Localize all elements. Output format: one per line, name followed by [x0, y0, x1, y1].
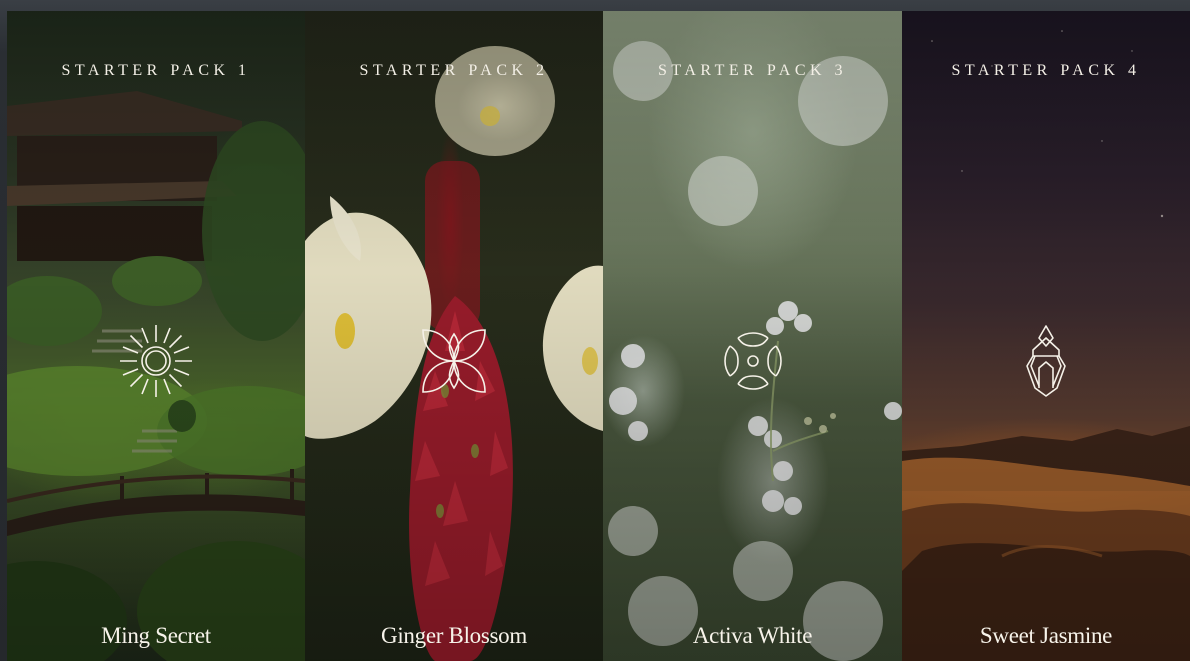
- starter-pack-card-2[interactable]: STARTER PACK 2 Ginger Blossom: [305, 11, 603, 661]
- pack-label: STARTER PACK 3: [657, 62, 848, 79]
- petals-icon: [409, 316, 499, 406]
- fragrance-name: Ginger Blossom: [381, 623, 527, 648]
- sun-icon: [111, 316, 201, 406]
- pack-label: STARTER PACK 2: [359, 62, 549, 79]
- flower-ring-icon: [708, 316, 798, 406]
- starter-pack-cards: STARTER PACK 1 Ming Secret STARTER PACK …: [7, 11, 1190, 661]
- fragrance-name: Ming Secret: [101, 623, 211, 648]
- fragrance-name: Sweet Jasmine: [979, 623, 1113, 648]
- starter-pack-gallery: STARTER PACK 1 Ming Secret STARTER PACK …: [0, 0, 1190, 661]
- starter-pack-card-4[interactable]: STARTER PACK 4 Sweet Jasmine: [902, 11, 1190, 661]
- temple-icon: [1001, 316, 1091, 406]
- starter-pack-card-1[interactable]: STARTER PACK 1 Ming Secret: [7, 11, 305, 661]
- starter-pack-card-3[interactable]: STARTER PACK 3 Activa White: [603, 11, 902, 661]
- fragrance-name: Activa White: [692, 623, 813, 648]
- pack-label: STARTER PACK 1: [61, 62, 251, 79]
- pack-label: STARTER PACK 4: [951, 62, 1141, 79]
